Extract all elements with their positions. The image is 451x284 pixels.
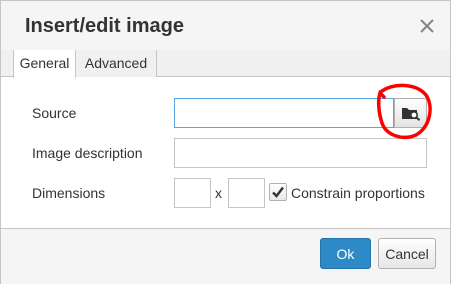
tab-bar: General Advanced: [1, 50, 450, 78]
dialog-titlebar: Insert/edit image: [1, 1, 450, 51]
cancel-button[interactable]: Cancel: [378, 238, 436, 269]
close-icon[interactable]: [416, 15, 438, 37]
dialog-title: Insert/edit image: [25, 15, 184, 37]
dimensions-label: Dimensions: [32, 185, 106, 201]
browse-button[interactable]: [394, 98, 427, 128]
constrain-proportions-checkbox[interactable]: [269, 183, 287, 201]
tab-general[interactable]: General: [13, 50, 76, 78]
source-input[interactable]: [174, 98, 394, 128]
dimensions-separator: x: [215, 185, 222, 201]
ok-button[interactable]: Ok: [320, 238, 371, 269]
description-label: Image description: [32, 145, 143, 161]
width-input[interactable]: [174, 178, 211, 208]
constrain-proportions-label: Constrain proportions: [291, 185, 425, 201]
insert-image-dialog: Insert/edit image General Advanced Sourc…: [0, 0, 451, 284]
height-input[interactable]: [228, 178, 265, 208]
image-description-input[interactable]: [174, 138, 427, 168]
tab-advanced[interactable]: Advanced: [76, 50, 157, 77]
source-label: Source: [32, 105, 77, 121]
checkmark-icon: [272, 186, 284, 198]
